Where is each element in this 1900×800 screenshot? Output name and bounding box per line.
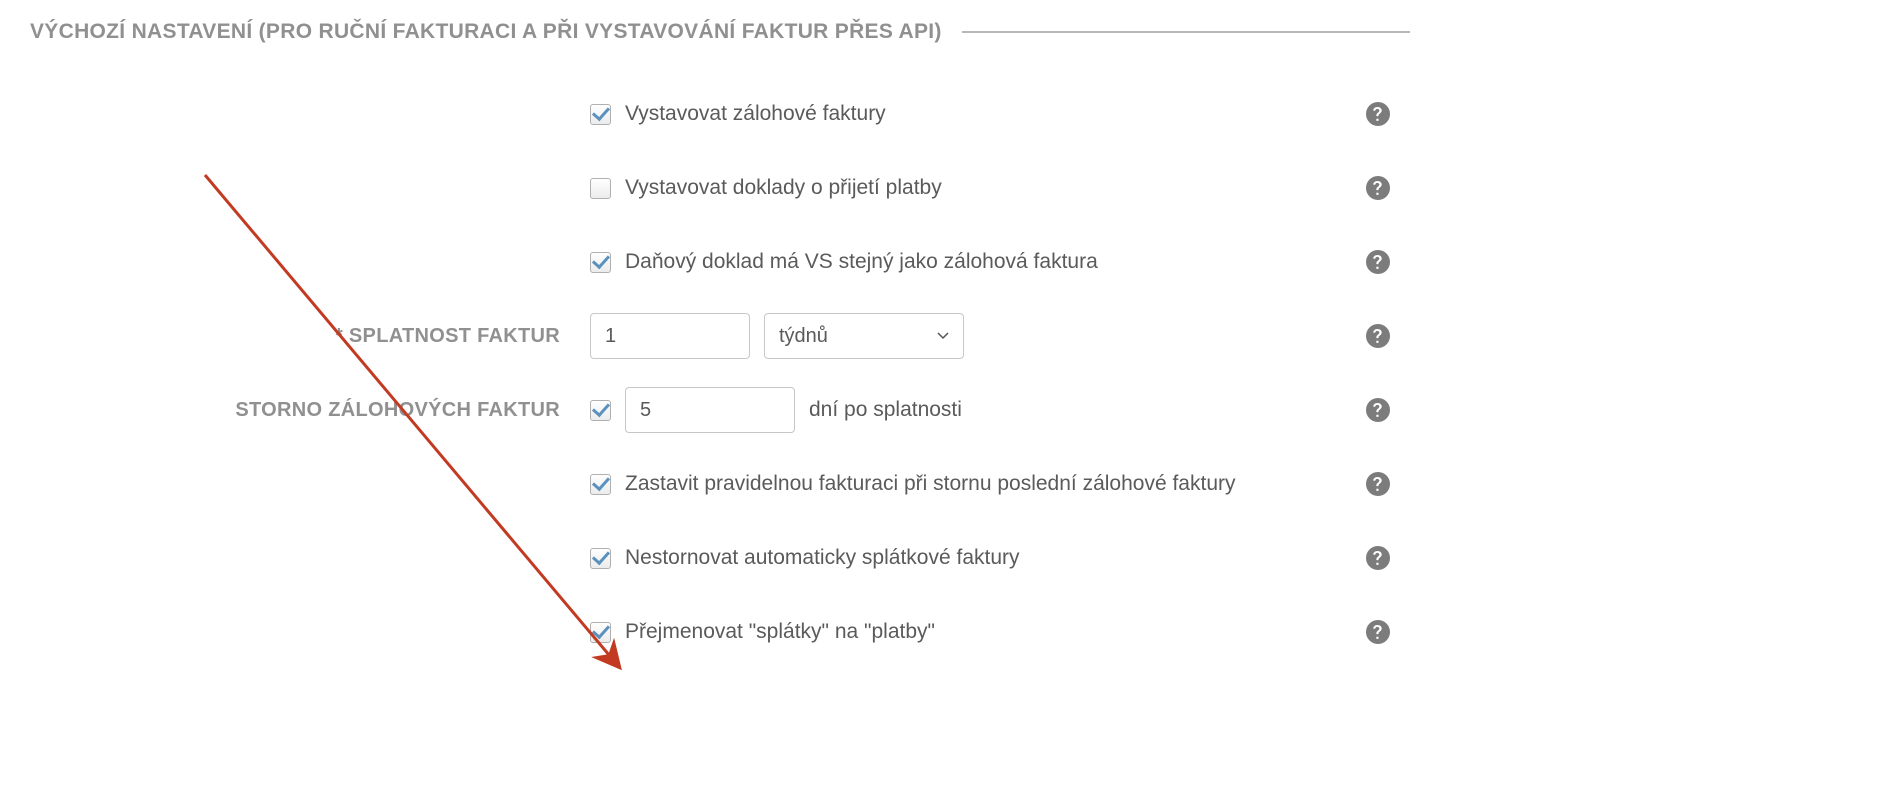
help-icon[interactable] — [1366, 176, 1390, 200]
help-icon[interactable] — [1366, 250, 1390, 274]
section-title: VÝCHOZÍ NASTAVENÍ (PRO RUČNÍ FAKTURACI A… — [30, 20, 942, 44]
checkbox-cancel-enable[interactable] — [590, 400, 611, 421]
row-label-due-period: * SPLATNOST FAKTUR — [30, 325, 590, 348]
section-divider — [962, 31, 1410, 33]
help-icon[interactable] — [1366, 546, 1390, 570]
help-icon[interactable] — [1366, 472, 1390, 496]
checkbox-no-cancel-installment[interactable] — [590, 548, 611, 569]
select-due-unit[interactable]: týdnů — [764, 313, 964, 359]
row-issue-proforma: Vystavovat zálohové faktury — [30, 84, 1410, 144]
checkbox-issue-receipts[interactable] — [590, 178, 611, 199]
checkbox-same-vs[interactable] — [590, 252, 611, 273]
row-same-vs: Daňový doklad má VS stejný jako zálohová… — [30, 232, 1410, 292]
row-label-cancel-proforma: STORNO ZÁLOHOVÝCH FAKTUR — [30, 399, 590, 422]
row-stop-periodic: Zastavit pravidelnou fakturaci při storn… — [30, 454, 1410, 514]
row-issue-receipts: Vystavovat doklady o přijetí platby — [30, 158, 1410, 218]
help-icon[interactable] — [1366, 620, 1390, 644]
row-no-cancel-installment: Nestornovat automaticky splátkové faktur… — [30, 528, 1410, 588]
checkbox-issue-proforma[interactable] — [590, 104, 611, 125]
input-cancel-days[interactable] — [625, 387, 795, 433]
help-icon[interactable] — [1366, 102, 1390, 126]
checkbox-stop-periodic[interactable] — [590, 474, 611, 495]
input-due-value[interactable] — [590, 313, 750, 359]
label-cancel-suffix: dní po splatnosti — [809, 398, 962, 422]
help-icon[interactable] — [1366, 324, 1390, 348]
label-rename-splatky: Přejmenovat "splátky" na "platby" — [625, 620, 935, 644]
label-stop-periodic: Zastavit pravidelnou fakturaci při storn… — [625, 472, 1236, 496]
label-issue-proforma: Vystavovat zálohové faktury — [625, 102, 886, 126]
label-no-cancel-installment: Nestornovat automaticky splátkové faktur… — [625, 546, 1020, 570]
checkbox-rename-splatky[interactable] — [590, 622, 611, 643]
row-rename-splatky: Přejmenovat "splátky" na "platby" — [30, 602, 1410, 662]
section-header: VÝCHOZÍ NASTAVENÍ (PRO RUČNÍ FAKTURACI A… — [30, 20, 1410, 44]
help-icon[interactable] — [1366, 398, 1390, 422]
row-cancel-proforma: STORNO ZÁLOHOVÝCH FAKTUR dní po splatnos… — [30, 380, 1410, 440]
row-due-period: * SPLATNOST FAKTUR týdnů — [30, 306, 1410, 366]
label-same-vs: Daňový doklad má VS stejný jako zálohová… — [625, 250, 1098, 274]
label-issue-receipts: Vystavovat doklady o přijetí platby — [625, 176, 942, 200]
